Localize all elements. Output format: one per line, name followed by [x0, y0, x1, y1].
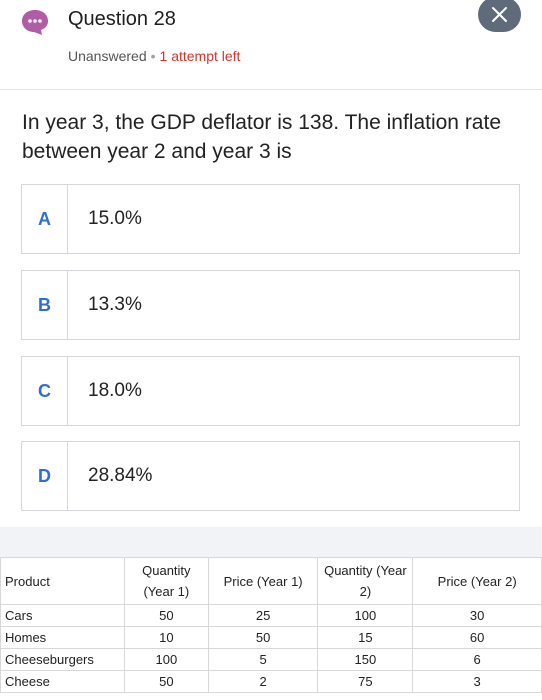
table-cell: 50: [123, 670, 209, 693]
table-cell: 2: [207, 670, 319, 693]
option-b[interactable]: B 13.3%: [21, 270, 520, 340]
option-d[interactable]: D 28.84%: [21, 441, 520, 511]
status-text: Unanswered: [68, 48, 147, 64]
table-row: Cheeseburgers 100 5 150 6: [0, 648, 542, 671]
table-cell: 10: [123, 626, 209, 649]
table-cell: Cars: [0, 604, 125, 627]
data-table: Product Quantity (Year 1) Price (Year 1)…: [0, 557, 542, 693]
question-header: Question 28 Unanswered • 1 attempt left: [0, 0, 542, 90]
table-cell: 150: [317, 648, 414, 671]
table-cell: 25: [207, 604, 319, 627]
table-cell: Cheese: [0, 670, 125, 693]
table-cell: 15: [317, 626, 414, 649]
close-icon: [492, 7, 507, 22]
table-cell: 6: [412, 648, 542, 671]
option-text: 18.0%: [88, 380, 142, 401]
option-letter: A: [22, 185, 68, 253]
table-cell: Cheeseburgers: [0, 648, 125, 671]
separator-dot: •: [150, 48, 156, 64]
table-cell: Homes: [0, 626, 125, 649]
option-a[interactable]: A 15.0%: [21, 184, 520, 254]
chat-bubble-icon[interactable]: [20, 8, 50, 36]
question-text: In year 3, the GDP deflator is 138. The …: [22, 111, 502, 163]
close-button[interactable]: [478, 0, 521, 32]
table-header: Product: [0, 557, 125, 605]
table-cell: 5: [207, 648, 319, 671]
table-cell: 60: [412, 626, 542, 649]
table-cell: 100: [317, 604, 414, 627]
table-cell: 50: [207, 626, 319, 649]
option-text: 15.0%: [88, 208, 142, 229]
table-row: Homes 10 50 15 60: [0, 626, 542, 649]
table-cell: 75: [317, 670, 414, 693]
attempts-left: 1 attempt left: [159, 48, 241, 64]
option-letter: B: [22, 271, 68, 339]
table-header: Price (Year 2): [412, 557, 542, 605]
table-cell: 3: [412, 670, 542, 693]
table-cell: 100: [123, 648, 209, 671]
option-text: 28.84%: [88, 465, 153, 486]
table-header: Quantity (Year 2): [317, 557, 414, 605]
table-row: Cheese 50 2 75 3: [0, 670, 542, 693]
table-header: Price (Year 1): [207, 557, 319, 605]
question-status: Unanswered • 1 attempt left: [68, 48, 240, 64]
section-divider: [0, 527, 542, 557]
question-title: Question 28: [68, 8, 176, 30]
table-header-row: Product Quantity (Year 1) Price (Year 1)…: [0, 557, 542, 605]
option-letter: D: [22, 442, 68, 510]
table-cell: 30: [412, 604, 542, 627]
table-cell: 50: [123, 604, 209, 627]
option-c[interactable]: C 18.0%: [21, 356, 520, 426]
option-text: 13.3%: [88, 294, 142, 315]
option-letter: C: [22, 357, 68, 425]
table-header: Quantity (Year 1): [123, 557, 209, 605]
table-row: Cars 50 25 100 30: [0, 604, 542, 627]
